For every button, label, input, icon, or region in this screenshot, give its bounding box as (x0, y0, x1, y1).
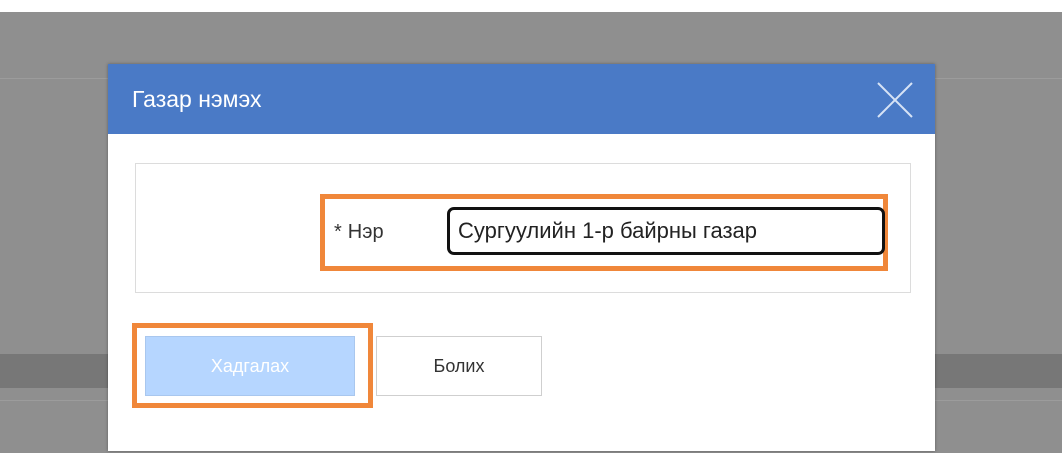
form-panel: * Нэр (135, 163, 911, 293)
cancel-button[interactable]: Болих (376, 336, 542, 396)
close-button[interactable] (873, 78, 917, 122)
name-input[interactable] (447, 207, 885, 255)
required-marker: * (334, 221, 342, 243)
dialog-header: Газар нэмэх (108, 64, 935, 134)
name-label-text: Нэр (347, 221, 384, 243)
save-button[interactable]: Хадгалах (145, 336, 355, 396)
dialog-title: Газар нэмэх (132, 86, 262, 112)
add-place-dialog: Газар нэмэх *Нэр Хадгалах Болих (108, 64, 935, 451)
close-icon (877, 82, 913, 118)
name-label: * Нэр (334, 219, 384, 245)
